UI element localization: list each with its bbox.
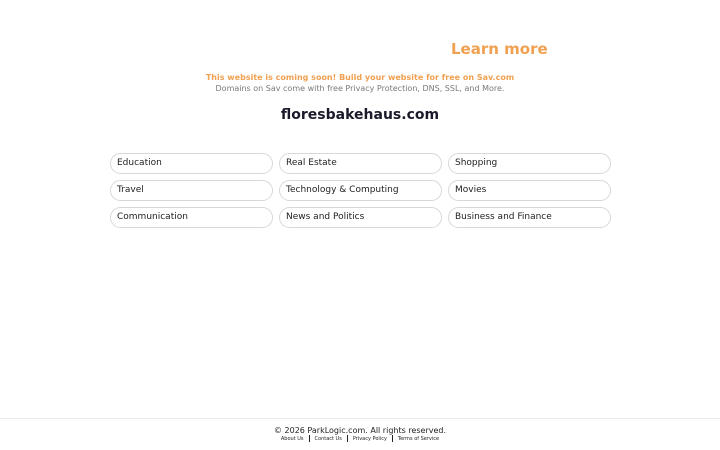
domain-name-title: floresbakehaus.com xyxy=(280,107,440,123)
footer-separator xyxy=(391,435,393,442)
category-pill-travel[interactable]: Travel xyxy=(110,180,273,201)
footer-separator xyxy=(346,435,348,442)
category-pill-business-finance[interactable]: Business and Finance xyxy=(448,207,611,228)
footer-link-contact-us[interactable]: Contact Us xyxy=(315,436,342,442)
category-pill-news-politics[interactable]: News and Politics xyxy=(279,207,442,228)
category-pill-movies[interactable]: Movies xyxy=(448,180,611,201)
footer-separator xyxy=(308,435,310,442)
category-pill-education[interactable]: Education xyxy=(110,153,273,174)
category-grid: Education Real Estate Shopping Travel Te… xyxy=(110,153,611,228)
footer-links: About Us Contact Us Privacy Policy Terms of… xyxy=(0,435,720,443)
footer-divider xyxy=(0,418,720,419)
promo-subtext: Domains on Sav come with free Privacy Pr… xyxy=(215,84,505,93)
footer-link-privacy-policy[interactable]: Privacy Policy xyxy=(353,436,387,442)
category-pill-real-estate[interactable]: Real Estate xyxy=(279,153,442,174)
category-pill-technology-computing[interactable]: Technology & Computing xyxy=(279,180,442,201)
parked-domain-page: Learn more This website is coming soon! … xyxy=(0,0,720,450)
category-pill-shopping[interactable]: Shopping xyxy=(448,153,611,174)
footer-link-terms-of-service[interactable]: Terms of Service xyxy=(398,436,439,442)
learn-more-link[interactable]: Learn more xyxy=(451,40,548,58)
promo-headline: This website is coming soon! Build your … xyxy=(205,73,515,82)
footer-link-about-us[interactable]: About Us xyxy=(281,436,304,442)
category-pill-communication[interactable]: Communication xyxy=(110,207,273,228)
